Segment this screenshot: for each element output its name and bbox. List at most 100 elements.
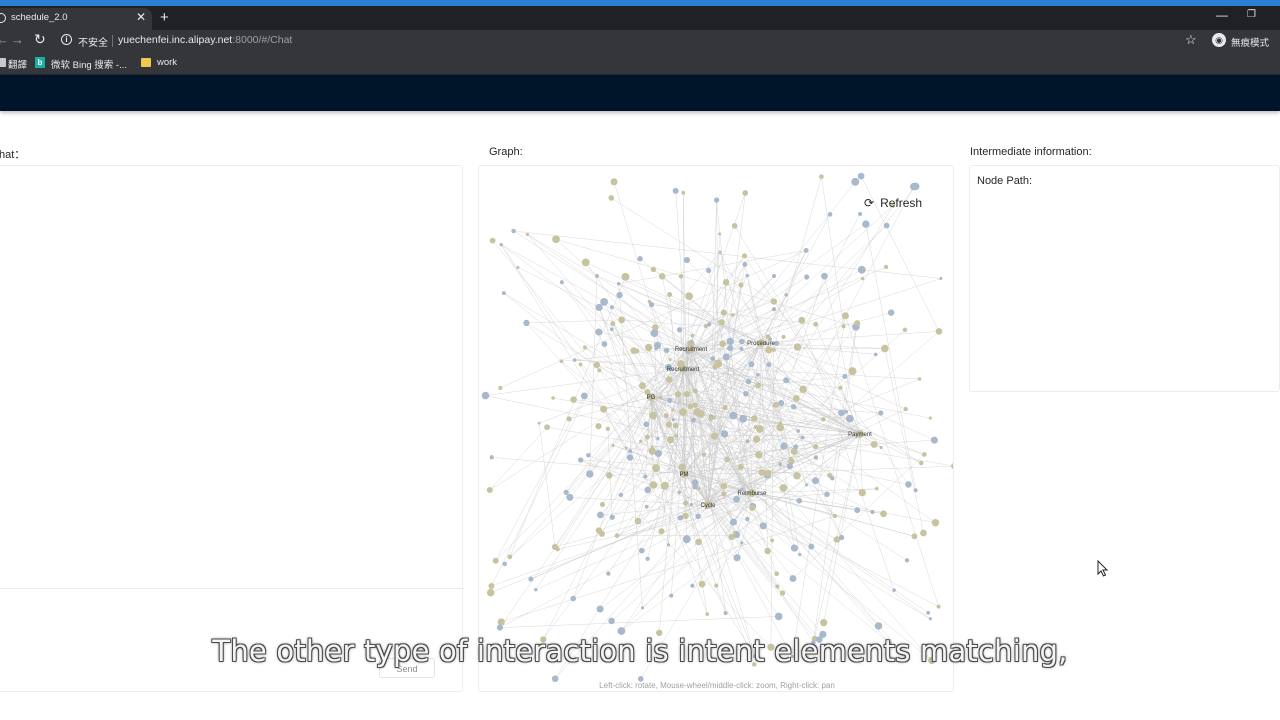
graph-node	[599, 501, 606, 507]
graph-node	[735, 533, 740, 538]
graph-node	[674, 433, 679, 438]
graph-node	[873, 352, 878, 357]
restore-window-icon[interactable]: ❐	[1247, 9, 1256, 20]
graph-node	[723, 611, 728, 616]
graph-node	[489, 237, 496, 244]
graph-node	[525, 232, 529, 237]
incognito-icon[interactable]: ◉	[1212, 33, 1226, 47]
graph-node	[676, 327, 683, 333]
graph-node	[663, 347, 670, 353]
bookmark-translate[interactable]: 翻譯	[8, 57, 27, 71]
graph-node	[638, 547, 645, 554]
graph-node	[739, 414, 748, 423]
graph-node	[523, 319, 530, 327]
graph-node	[917, 377, 922, 381]
graph-node	[658, 395, 663, 400]
graph-node	[690, 333, 695, 338]
graph-node	[784, 293, 788, 297]
bookmark-bing[interactable]: 微软 Bing 搜索 -...	[51, 57, 127, 71]
url-host: yuechenfei.inc.alipay.net	[118, 34, 233, 46]
refresh-button[interactable]: ⟳ Refresh	[864, 196, 922, 210]
chat-title: hat：	[0, 149, 26, 161]
graph-canvas[interactable]: Recruitment Recruitment Procedure PG Payment…	[479, 166, 954, 692]
graph-node-label: Recruitment	[667, 367, 700, 373]
minimize-icon[interactable]: —	[1216, 8, 1228, 22]
graph-node	[854, 320, 861, 327]
graph-edge	[621, 319, 706, 327]
graph-node	[779, 484, 788, 492]
graph-node	[654, 449, 662, 457]
graph-node	[722, 404, 728, 411]
graph-node	[586, 470, 594, 478]
browser-tab-active[interactable]: schedule_2.0 ✕	[0, 8, 152, 30]
graph-node	[778, 400, 785, 407]
graph-node	[681, 190, 686, 195]
graph-node	[813, 455, 819, 460]
graph-node	[756, 372, 760, 377]
graph-node	[745, 378, 752, 385]
graph-node	[790, 403, 797, 410]
graph-node	[845, 414, 854, 423]
forward-arrow-icon[interactable]: →	[11, 32, 24, 47]
back-arrow-icon[interactable]: ←	[0, 32, 9, 47]
graph-node	[765, 334, 771, 340]
graph-node	[821, 272, 828, 280]
graph-node-label: PG	[647, 395, 656, 401]
graph-node	[731, 222, 738, 229]
plus-icon[interactable]: +	[160, 9, 169, 26]
graph-node	[650, 329, 659, 338]
folder-icon	[141, 58, 151, 67]
reload-icon[interactable]: ↻	[34, 31, 46, 48]
graph-node	[905, 481, 912, 488]
graph-node	[658, 528, 665, 535]
graph-node	[759, 522, 767, 530]
graph-node	[499, 242, 503, 247]
chat-panel[interactable]: Send	[0, 165, 464, 692]
graph-edge	[642, 223, 867, 386]
bookmark-work[interactable]: work	[157, 57, 177, 68]
graph-node	[738, 282, 744, 288]
graph-panel[interactable]: Recruitment Recruitment Procedure PG Payment…	[478, 165, 954, 692]
graph-node	[610, 321, 616, 327]
close-icon[interactable]: ✕	[136, 10, 146, 24]
graph-node	[630, 347, 637, 354]
graph-node	[516, 265, 520, 270]
graph-node	[737, 464, 744, 471]
graph-node	[804, 274, 810, 280]
graph-node	[572, 358, 577, 362]
graph-node	[936, 604, 941, 609]
graph-node	[776, 423, 785, 432]
graph-node	[624, 446, 628, 450]
graph-node	[774, 340, 780, 346]
graph-node	[698, 580, 706, 588]
graph-node	[887, 309, 895, 316]
graph-node	[819, 174, 824, 180]
bookmark-star-icon[interactable]: ☆	[1185, 32, 1197, 48]
graph-node	[730, 313, 735, 317]
url-input[interactable]: yuechenfei.inc.alipay.net:8000/#/Chat	[118, 34, 292, 46]
graph-node	[498, 385, 503, 390]
graph-node	[650, 266, 657, 273]
graph-node	[582, 345, 587, 350]
info-icon[interactable]: i	[61, 34, 72, 45]
graph-node	[705, 612, 710, 616]
graph-node	[551, 543, 559, 550]
graph-node	[559, 359, 564, 364]
graph-edge	[495, 395, 585, 561]
graph-node	[733, 530, 737, 535]
graph-node	[628, 449, 633, 454]
graph-node	[502, 561, 508, 567]
graph-node	[860, 276, 865, 281]
graph-node	[918, 460, 924, 466]
incognito-label[interactable]: 無痕模式	[1231, 35, 1269, 49]
graph-node	[606, 472, 613, 479]
graph-node	[609, 327, 614, 332]
bookmarks-bar: 翻譯 b 微软 Bing 搜索 -... work	[0, 52, 1280, 75]
graph-node	[820, 619, 828, 627]
graph-node	[921, 452, 927, 457]
graph-node	[665, 376, 673, 383]
graph-node	[780, 442, 788, 450]
graph-node	[928, 617, 932, 621]
graph-node	[544, 424, 550, 431]
security-label[interactable]: 不安全	[78, 34, 108, 49]
